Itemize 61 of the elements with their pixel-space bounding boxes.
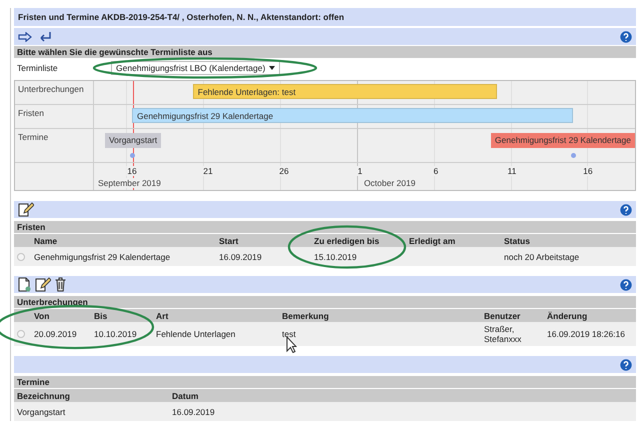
table-cell-text: 15.10.2019 [314,252,358,262]
axis-tick-label: 6 [432,166,440,176]
window-title: Fristen und Termine AKDB-2019-254-T4/ , Osterhofen, N. N., Aktenstandort: offen [14,8,636,26]
terminliste-dropdown[interactable]: Genehmigungsfrist LBO (Kalendertage) [111,61,280,75]
timeline-bar[interactable]: Fehlende Unterlagen: test [192,84,497,99]
help-icon[interactable] [620,358,632,370]
column-header: Datum [172,390,200,400]
column-header: Art [156,310,170,320]
axis-tick-label: 16 [582,166,594,176]
table-cell-text: Fehlende Unterlagen [156,329,236,339]
new-document-icon[interactable] [18,277,31,292]
axis-tick-label: 16 [126,166,138,176]
section-heading: Fristen [14,221,636,233]
caret-icon [269,66,276,70]
table-cell-text: Genehmigungsfrist 29 Kalendertage [34,252,172,262]
timeline-bar[interactable]: Genehmigungsfrist 29 Kalendertage [132,108,573,123]
column-header: Start [219,236,240,246]
event-marker [130,153,135,158]
column-header: Status [504,236,531,246]
table-cell-text: 16.09.2019 18:26:16 [547,329,626,339]
timeline-event[interactable]: Vorgangstart [104,133,162,148]
field-label: Terminliste [17,63,59,73]
table-cell-text: 16.09.2019 [219,252,263,262]
column-header: Von [34,310,50,320]
axis-tick-label: 21 [202,166,214,176]
section-heading: Unterbrechungen [14,296,636,308]
table-cell-text: 20.09.2019 [34,329,78,339]
table-cell-text: test [282,329,297,339]
column-header: Name [34,236,58,246]
timeline-event[interactable]: Genehmigungsfrist 29 Kalendertage [490,133,635,148]
axis-tick-label: 1 [356,166,364,176]
row-radio[interactable] [17,330,25,338]
section-heading: Termine [14,376,636,388]
edit-note-icon[interactable] [18,202,34,217]
column-header: Bezeichnung [17,390,71,400]
table-cell-text: 10.10.2019 [94,329,138,339]
edit-note-icon[interactable] [35,277,51,292]
table-cell-text: 16.09.2019 [172,406,216,416]
column-header: Bemerkung [282,310,330,320]
timeline-row-label: Termine [15,129,94,162]
column-header: Zu erledigen bis [314,236,380,246]
table-cell-text: noch 20 Arbeitstage [504,252,580,262]
table-cell-text: Vorgangstart [17,406,66,416]
event-marker [570,153,576,158]
table-cell-text: Straßer, Stefanxxx [484,324,522,344]
mouse-pointer-icon [286,336,297,353]
arrow-right-icon[interactable] [18,32,32,42]
axis-tick-label: 11 [506,166,518,176]
column-header: Bis [94,310,108,320]
help-icon[interactable] [620,204,632,216]
row-radio[interactable] [17,252,25,260]
trash-icon[interactable] [55,277,66,292]
section-heading: Bitte wählen Sie die gewünschte Terminliste aus [14,46,636,58]
axis-tick-label: 26 [278,166,290,176]
axis-month-label: October 2019 [362,178,418,188]
column-header: Erledigt am [409,236,456,246]
axis-month-label: September 2019 [96,178,163,188]
help-icon[interactable] [620,30,632,42]
help-icon[interactable] [620,278,632,290]
column-header: Änderung [547,310,588,320]
column-header: Benutzer [484,310,522,320]
